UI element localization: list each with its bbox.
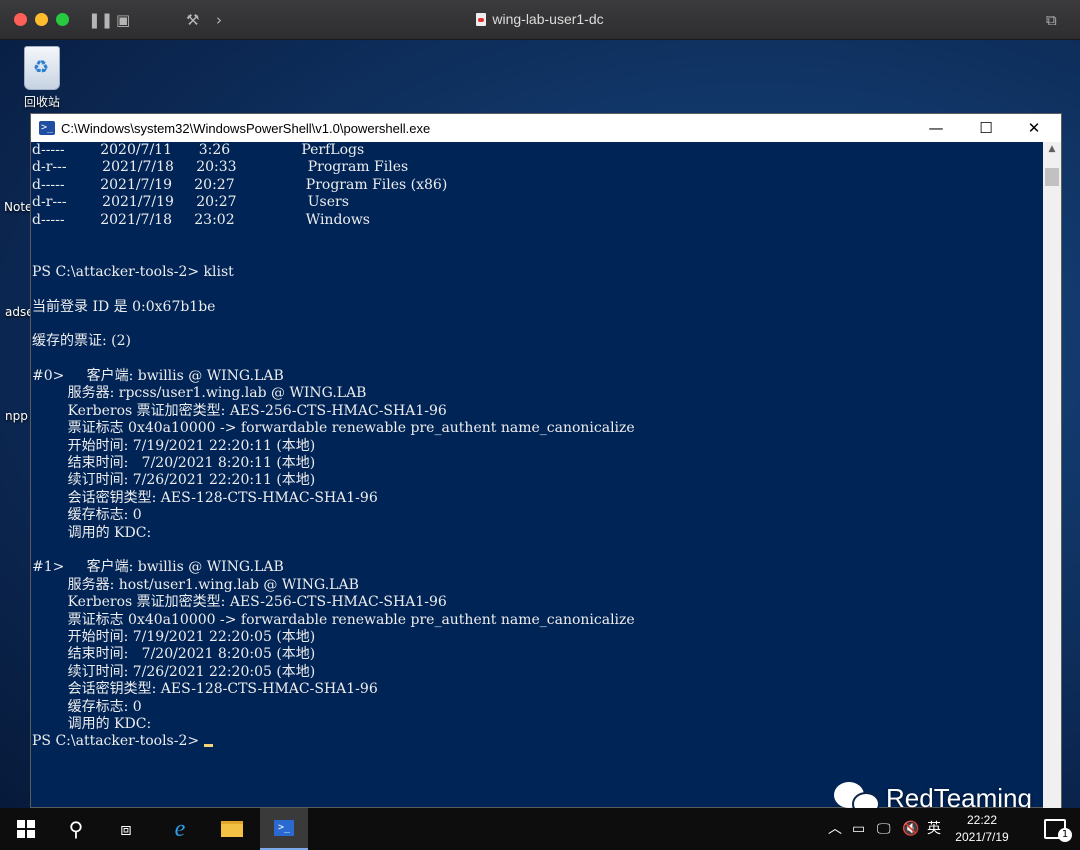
search-icon[interactable]: ⚲ [52,808,100,850]
console-line: d-r--- 2021/7/19 20:27 Users [32,194,349,211]
console-line: 票证标志 0x40a10000 -> forwardable renewable… [32,611,635,628]
taskbar: ⚲ ⧈ e >_ ︿ ▭ 🖵 🔇 英 22:22 2021/7/19 1 [0,808,1080,850]
console-line: d----- 2020/7/11 3:26 PerfLogs [32,142,365,158]
console-line: 缓存标志: 0 [32,698,142,715]
console-line: 票证标志 0x40a10000 -> forwardable renewable… [32,420,635,437]
taskbar-powershell-icon[interactable]: >_ [260,808,308,850]
ime-indicator[interactable]: 英 [927,808,941,850]
scroll-up-icon[interactable]: ▲ [1043,144,1061,154]
recycle-bin-graphic [24,46,60,90]
recycle-bin-label: 回收站 [23,95,60,109]
tray-volume-muted-icon[interactable]: 🔇 [902,808,919,850]
console-line: 开始时间: 7/19/2021 22:20:11 (本地) [32,437,316,454]
powershell-title: C:\Windows\system32\WindowsPowerShell\v1… [61,120,431,136]
powershell-title-bar[interactable]: >_ C:\Windows\system32\WindowsPowerShell… [31,114,1061,142]
console-line: PS C:\attacker-tools-2> klist [32,263,234,280]
scroll-thumb[interactable] [1045,168,1059,186]
console-line: d----- 2021/7/19 20:27 Program Files (x8… [32,176,448,193]
tray-chevron-up-icon[interactable]: ︿ [828,808,842,850]
console-line: 服务器: rpcss/user1.wing.lab @ WING.LAB [32,385,367,402]
notification-badge: 1 [1058,828,1072,842]
console-line: 调用的 KDC: [32,715,152,732]
console-line: 调用的 KDC: [32,524,152,541]
powershell-window[interactable]: >_ C:\Windows\system32\WindowsPowerShell… [30,113,1062,809]
console-scrollbar[interactable]: ▲ [1043,142,1061,809]
restore-window-icon[interactable]: ⧉ [1046,11,1057,29]
powershell-icon: >_ [39,121,55,135]
console-line: #0> 客户端: bwillis @ WING.LAB [32,368,284,385]
console-line: 结束时间: 7/20/2021 8:20:11 (本地) [32,455,316,472]
close-button[interactable]: ✕ [1011,114,1057,142]
console-line: 当前登录 ID 是 0:0x67b1be [32,298,216,315]
console-output[interactable]: d----- 2020/7/11 3:26 PerfLogs d-r--- 202… [31,142,1043,809]
console-line: 缓存的票证: (2) [32,333,131,350]
task-view-icon[interactable]: ⧈ [102,808,150,850]
mac-title-bar: ❚❚ ▣ ⚒ › wing-lab-user1-dc ⧉ [0,0,1080,40]
internet-explorer-icon[interactable]: e [156,808,204,850]
clock-date: 2021/7/19 [955,830,1009,844]
vm-document-icon [476,13,487,26]
clock-time: 22:22 [966,813,998,827]
minimize-button[interactable]: — [913,114,959,142]
console-line: 会话密钥类型: AES-128-CTS-HMAC-SHA1-96 [32,489,378,506]
desktop-icon-notepad[interactable]: Note [4,200,32,214]
text-cursor [203,744,213,748]
console-line: #1> 客户端: bwillis @ WING.LAB [32,559,284,576]
desktop-icon-npp[interactable]: npp [5,409,28,423]
console-line: Kerberos 票证加密类型: AES-256-CTS-HMAC-SHA1-9… [32,402,447,419]
console-line: 开始时间: 7/19/2021 22:20:05 (本地) [32,628,316,645]
file-explorer-icon[interactable] [208,808,256,850]
console-line: 缓存标志: 0 [32,507,142,524]
console-prompt-line[interactable]: PS C:\attacker-tools-2> [31,733,1043,750]
console-line: 续订时间: 7/26/2021 22:20:11 (本地) [32,472,316,489]
taskbar-clock[interactable]: 22:22 2021/7/19 [942,812,1022,846]
console-line: Kerberos 票证加密类型: AES-256-CTS-HMAC-SHA1-9… [32,594,447,611]
windows-logo-icon [17,820,35,838]
console-prompt: PS C:\attacker-tools-2> [32,733,204,750]
console-line: 服务器: host/user1.wing.lab @ WING.LAB [32,576,359,593]
console-line: 结束时间: 7/20/2021 8:20:05 (本地) [32,646,316,663]
tray-battery-icon[interactable]: ▭ [852,808,865,850]
maximize-button[interactable]: ☐ [963,114,1009,142]
tray-network-icon[interactable]: 🖵 [877,808,891,850]
start-button[interactable] [2,808,50,850]
console-line: d----- 2021/7/18 23:02 Windows [32,211,370,228]
console-line: d-r--- 2021/7/18 20:33 Program Files [32,159,409,176]
console-line: 续订时间: 7/26/2021 22:20:05 (本地) [32,663,316,680]
mac-window-title: wing-lab-user1-dc [0,11,1080,27]
console-line: 会话密钥类型: AES-128-CTS-HMAC-SHA1-96 [32,681,378,698]
recycle-bin-icon[interactable]: 回收站 [16,46,68,110]
